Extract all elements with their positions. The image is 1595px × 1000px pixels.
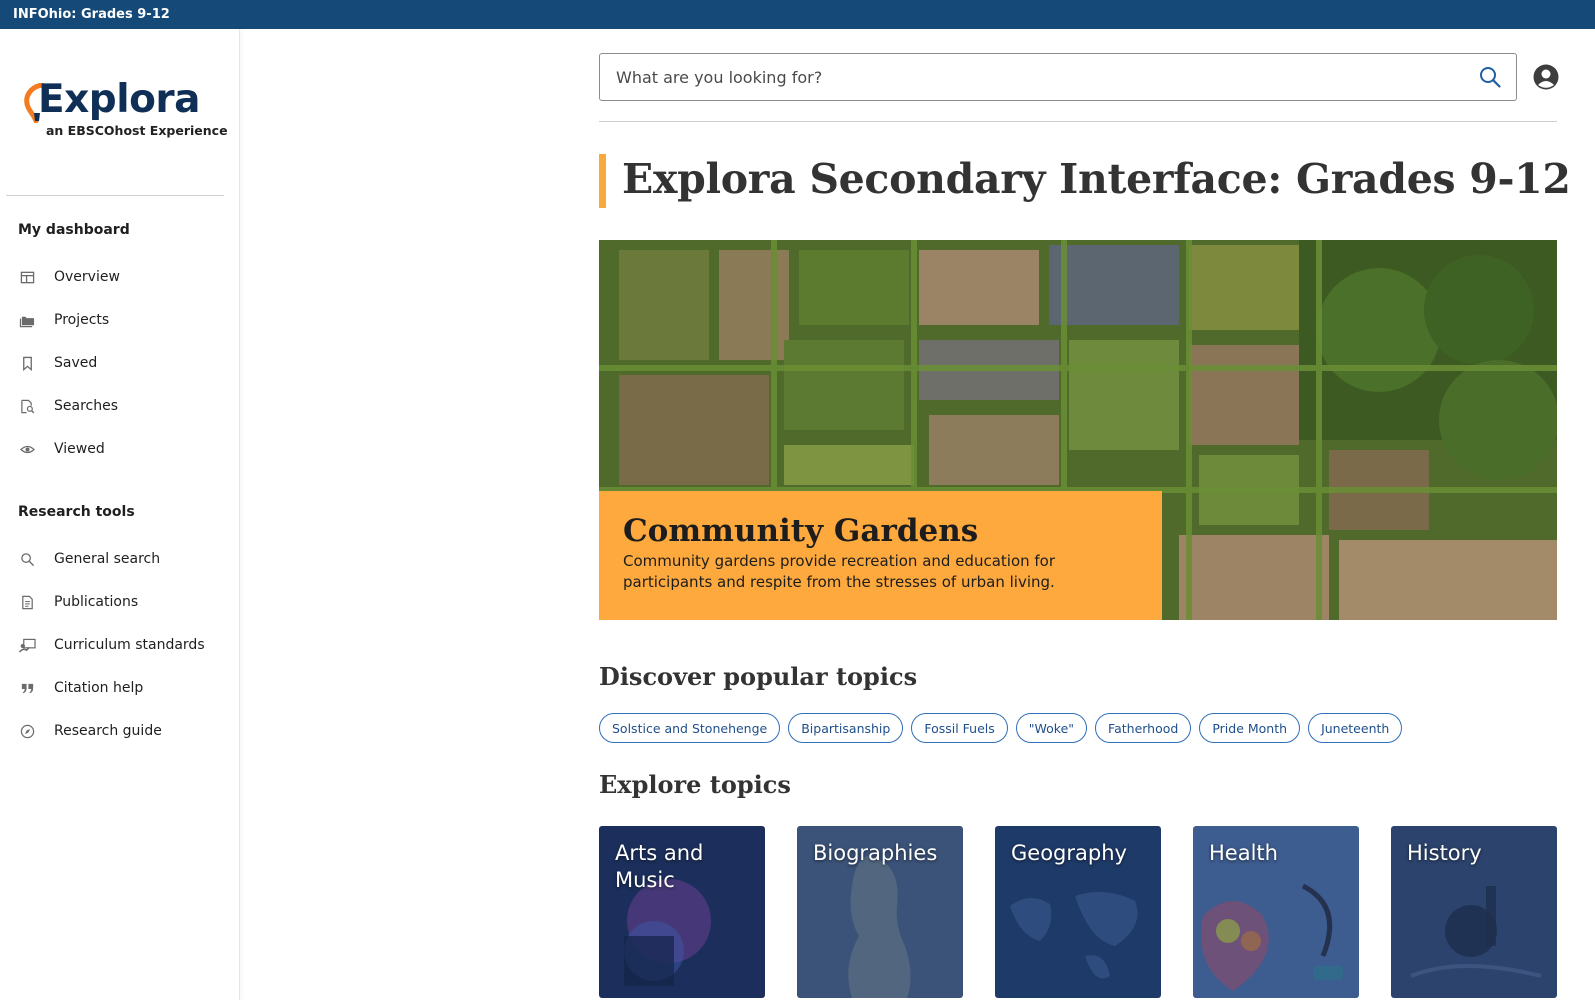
search-icon	[18, 550, 36, 568]
topic-chip[interactable]: Solstice and Stonehenge	[599, 713, 781, 743]
sidebar-item-searches[interactable]: Searches	[18, 390, 233, 422]
topic-tile-label: Health	[1209, 841, 1278, 865]
featured-topic-title: Community Gardens	[623, 513, 979, 549]
topic-chip[interactable]: Juneteenth	[1308, 713, 1403, 743]
explore-topics-grid: Arts and Music Biographies Geography Hea…	[599, 826, 1557, 998]
sidebar-item-label: Saved	[54, 355, 98, 371]
sidebar-item-viewed[interactable]: Viewed	[18, 433, 233, 465]
search-icon[interactable]	[1478, 65, 1502, 89]
explore-topics-heading: Explore topics	[599, 770, 791, 799]
search-input[interactable]	[616, 54, 1456, 100]
sidebar-item-curriculum-standards[interactable]: Curriculum standards	[18, 629, 233, 661]
sidebar-item-label: Overview	[54, 269, 120, 285]
document-icon	[18, 593, 36, 611]
sidebar: Explora an EBSCOhost Experience My dashb…	[0, 29, 240, 1000]
sidebar-item-overview[interactable]: Overview	[18, 261, 233, 293]
quote-icon	[18, 679, 36, 697]
sidebar-item-label: Citation help	[54, 680, 144, 696]
header-divider	[599, 121, 1557, 122]
topic-chip[interactable]: Fossil Fuels	[911, 713, 1008, 743]
page-title: Explora Secondary Interface: Grades 9-12	[622, 155, 1571, 203]
topic-chip[interactable]: Fatherhood	[1095, 713, 1192, 743]
topic-tile-history[interactable]: History	[1391, 826, 1557, 998]
featured-topic-description: Community gardens provide recreation and…	[623, 552, 1056, 591]
featured-topic-banner[interactable]: Community Gardens Community gardens prov…	[599, 240, 1557, 620]
sidebar-divider	[6, 195, 224, 196]
search-history-icon	[18, 397, 36, 415]
topic-tile-label: Arts and Music	[615, 841, 704, 892]
sidebar-item-general-search[interactable]: General search	[18, 543, 233, 575]
sidebar-item-label: Searches	[54, 398, 119, 414]
topic-tile-biographies[interactable]: Biographies	[797, 826, 963, 998]
account-icon[interactable]	[1533, 64, 1559, 90]
institution-title: INFOhio: Grades 9-12	[13, 7, 170, 22]
compass-icon	[18, 722, 36, 740]
popular-topics-heading: Discover popular topics	[599, 662, 918, 691]
section-my-dashboard: My dashboard	[18, 222, 130, 238]
topic-tile-geography[interactable]: Geography	[995, 826, 1161, 998]
explora-logo[interactable]: Explora an EBSCOhost Experience	[22, 77, 228, 147]
featured-topic-card: Community Gardens Community gardens prov…	[599, 491, 1162, 620]
sidebar-item-label: Projects	[54, 312, 110, 328]
sidebar-item-research-guide[interactable]: Research guide	[18, 715, 233, 747]
sidebar-item-label: Viewed	[54, 441, 105, 457]
folder-icon	[18, 311, 36, 329]
sidebar-item-label: Curriculum standards	[54, 637, 205, 653]
top-bar: INFOhio: Grades 9-12	[0, 0, 1595, 29]
section-research-tools: Research tools	[18, 504, 135, 520]
logo-wordmark: Explora	[38, 77, 200, 122]
bookmark-icon	[18, 354, 36, 372]
topic-tile-arts-and-music[interactable]: Arts and Music	[599, 826, 765, 998]
sidebar-item-publications[interactable]: Publications	[18, 586, 233, 618]
sidebar-item-projects[interactable]: Projects	[18, 304, 233, 336]
logo-tagline: an EBSCOhost Experience	[46, 123, 228, 138]
topic-chip[interactable]: Bipartisanship	[788, 713, 904, 743]
overview-icon	[18, 268, 36, 286]
popular-topics-list: Solstice and Stonehenge Bipartisanship F…	[599, 713, 1403, 743]
sidebar-item-saved[interactable]: Saved	[18, 347, 233, 379]
eye-icon	[18, 440, 36, 458]
teacher-icon	[18, 636, 36, 654]
search-bar	[599, 53, 1517, 101]
topic-tile-label: History	[1407, 841, 1482, 865]
topic-tile-label: Biographies	[813, 841, 938, 865]
topic-chip[interactable]: Pride Month	[1199, 713, 1301, 743]
topic-chip[interactable]: "Woke"	[1015, 713, 1088, 743]
sidebar-item-label: Research guide	[54, 723, 162, 739]
topic-tile-health[interactable]: Health	[1193, 826, 1359, 998]
topic-tile-label: Geography	[1011, 841, 1127, 865]
sidebar-item-citation-help[interactable]: Citation help	[18, 672, 233, 704]
sidebar-item-label: Publications	[54, 594, 139, 610]
title-accent-bar	[599, 154, 606, 208]
sidebar-item-label: General search	[54, 551, 161, 567]
